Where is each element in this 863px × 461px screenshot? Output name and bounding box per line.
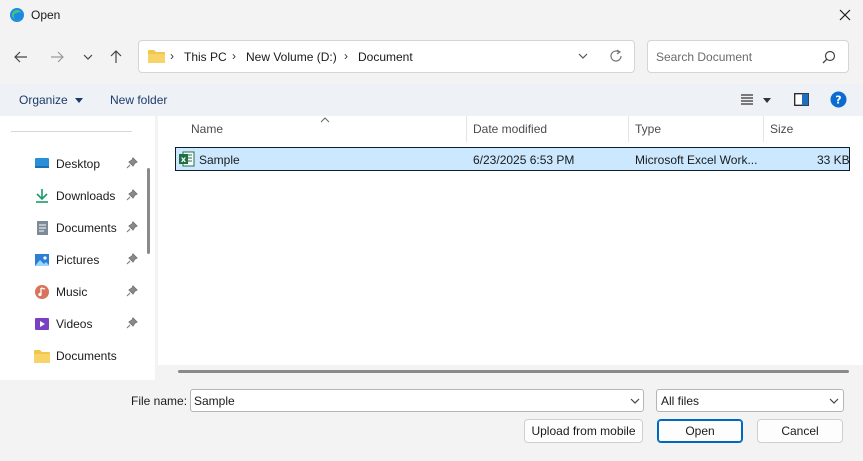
address-bar[interactable]: › This PC › New Volume (D:) › Document [138, 40, 635, 73]
column-header-date[interactable]: Date modified [473, 122, 547, 136]
documents-icon [37, 221, 48, 235]
file-name: Sample [199, 153, 240, 167]
music-icon [35, 285, 49, 299]
sidebar-item-label: Downloads [56, 189, 116, 203]
file-type: Microsoft Excel Work... [635, 153, 758, 167]
preview-pane-icon [794, 93, 809, 106]
chevron-down-icon[interactable] [629, 394, 641, 408]
pin-icon[interactable] [126, 221, 138, 233]
column-header-name[interactable]: Name [191, 122, 223, 136]
sidebar-item-label: Pictures [56, 253, 100, 267]
pin-icon[interactable] [126, 285, 138, 297]
details-view-icon [741, 94, 753, 105]
upload-from-mobile-button[interactable]: Upload from mobile [524, 419, 643, 443]
column-header-size[interactable]: Size [770, 122, 793, 136]
file-type-value: All files [661, 394, 700, 408]
sidebar-item-label: Documents [56, 221, 117, 235]
sidebar-item-desktop[interactable]: Desktop [34, 153, 144, 175]
close-button[interactable] [832, 4, 858, 26]
file-size: 33 KB [817, 153, 850, 167]
command-bar: Organize New folder ? [0, 84, 863, 116]
file-name-label: File name: [131, 394, 188, 408]
help-button[interactable]: ? [830, 91, 847, 111]
sidebar-item-label: Documents [56, 349, 117, 363]
file-name-input[interactable] [194, 393, 619, 409]
breadcrumb-separator: › [344, 49, 348, 63]
organize-menu[interactable]: Organize [19, 93, 84, 107]
new-folder-button[interactable]: New folder [110, 93, 167, 107]
sidebar-item-videos[interactable]: Videos [34, 313, 144, 335]
breadcrumb-document[interactable]: Document [358, 50, 413, 64]
edge-icon [9, 7, 25, 23]
sidebar-item-pictures[interactable]: Pictures [34, 249, 144, 271]
sidebar-item-documents-folder[interactable]: Documents [34, 345, 144, 367]
sidebar-item-music[interactable]: Music [34, 281, 144, 303]
column-divider[interactable] [466, 116, 467, 142]
file-list: Name Date modified Type Size x Sample 6/… [158, 116, 863, 365]
breadcrumb-separator: › [232, 49, 236, 63]
breadcrumb-this-pc[interactable]: This PC [184, 50, 227, 64]
column-header-type[interactable]: Type [635, 122, 661, 136]
file-name-combobox[interactable] [190, 389, 644, 412]
view-menu-button[interactable] [740, 92, 772, 109]
chevron-down-icon[interactable] [577, 49, 589, 63]
divider [11, 131, 132, 132]
chevron-down-icon [829, 398, 839, 404]
sidebar-item-downloads[interactable]: Downloads [34, 185, 144, 207]
column-divider[interactable] [628, 116, 629, 142]
preview-pane-button[interactable] [794, 93, 809, 109]
pin-icon[interactable] [126, 317, 138, 329]
excel-file-icon: x [179, 151, 195, 167]
help-icon: ? [830, 91, 847, 108]
sidebar-item-label: Desktop [56, 157, 101, 171]
caret-down-icon [75, 98, 84, 104]
pin-icon[interactable] [126, 253, 138, 265]
file-date: 6/23/2025 6:53 PM [473, 153, 575, 167]
folder-icon [34, 350, 50, 363]
sidebar-item-documents[interactable]: Documents [34, 217, 144, 239]
sidebar-scrollbar[interactable] [147, 168, 150, 254]
table-row[interactable]: x Sample 6/23/2025 6:53 PM Microsoft Exc… [175, 147, 850, 171]
search-icon[interactable] [822, 50, 836, 64]
open-button[interactable]: Open [657, 419, 743, 443]
arrow-up-icon [110, 50, 122, 63]
refresh-icon[interactable] [608, 48, 624, 64]
cancel-button[interactable]: Cancel [757, 419, 843, 443]
arrow-right-icon [51, 51, 64, 63]
pictures-icon [35, 254, 49, 266]
chevron-down-icon [83, 54, 93, 60]
horizontal-scrollbar[interactable] [178, 370, 849, 373]
close-icon [839, 9, 851, 21]
arrow-left-icon [14, 51, 27, 63]
title-bar [0, 0, 863, 30]
forward-button[interactable] [46, 46, 68, 68]
sidebar-item-label: Music [56, 285, 88, 299]
organize-label: Organize [19, 93, 68, 107]
videos-icon [35, 318, 49, 330]
pin-icon[interactable] [126, 157, 138, 169]
breadcrumb-volume[interactable]: New Volume (D:) [246, 50, 337, 64]
sort-ascending-icon [320, 117, 330, 123]
search-box[interactable] [647, 40, 849, 73]
caret-down-icon [763, 98, 772, 103]
window-title: Open [31, 8, 61, 22]
search-input[interactable] [656, 49, 816, 65]
breadcrumb-separator: › [170, 49, 174, 63]
folder-icon [148, 50, 165, 63]
column-divider[interactable] [763, 116, 764, 142]
pin-icon[interactable] [126, 189, 138, 201]
sidebar-item-label: Videos [56, 317, 93, 331]
desktop-icon [35, 158, 49, 168]
file-type-select[interactable]: All files [656, 389, 844, 412]
up-button[interactable] [105, 46, 127, 68]
svg-text:?: ? [835, 94, 841, 107]
recent-locations-button[interactable] [77, 46, 99, 68]
svg-text:x: x [181, 155, 187, 164]
download-icon [36, 189, 48, 203]
back-button[interactable] [10, 46, 32, 68]
